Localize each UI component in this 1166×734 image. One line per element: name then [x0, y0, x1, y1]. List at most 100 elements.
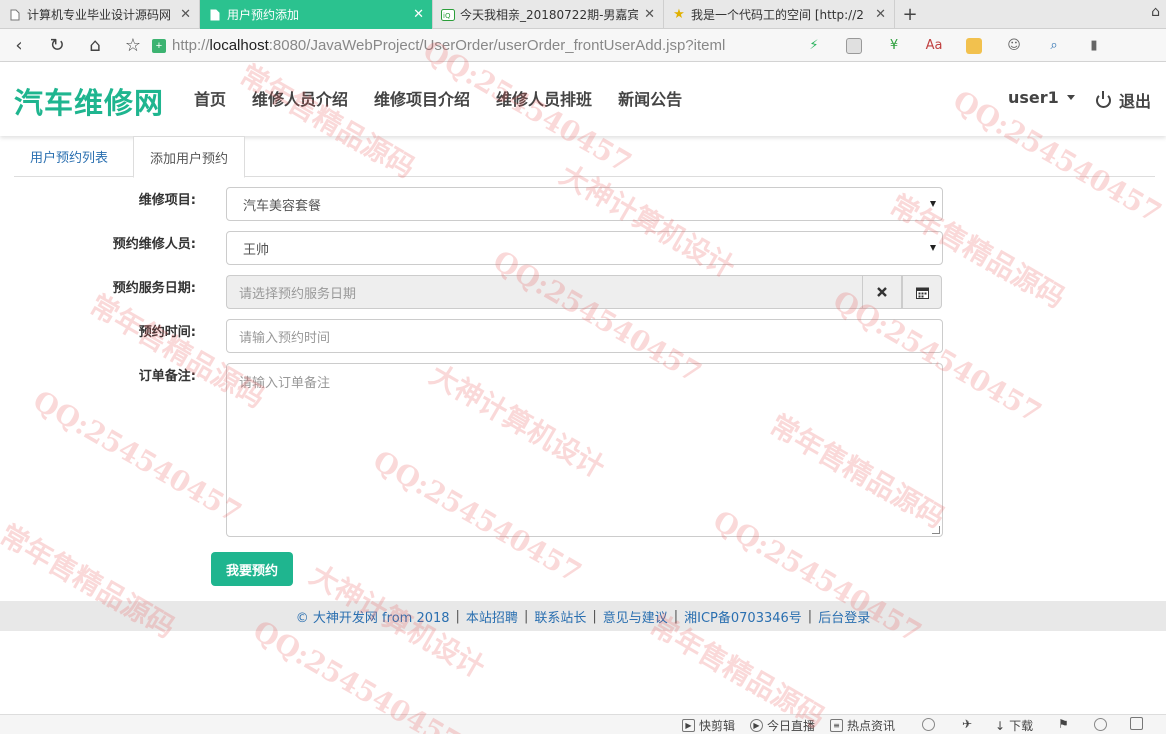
browser-tab-strip: 计算机专业毕业设计源码网 ✕ 用户预约添加 ✕ iQ 今天我相亲_2018072… — [0, 0, 1166, 29]
close-icon[interactable]: ✕ — [413, 7, 424, 22]
status-flag[interactable]: ⚑ — [1058, 717, 1069, 731]
browser-tab-2[interactable]: 用户预约添加 ✕ — [200, 0, 433, 29]
select-arrow-icon — [930, 245, 936, 251]
footer-separator: | — [807, 608, 813, 624]
site-navbar: 汽车维修网 首页 维修人员介绍 维修项目介绍 维修人员排班 新闻公告 user1… — [0, 62, 1166, 136]
power-icon — [1096, 90, 1111, 108]
page-tabs: 用户预约列表 添加用户预约 — [14, 136, 1155, 178]
submit-order-button[interactable]: 我要预约 — [211, 552, 293, 586]
bookmark-star-icon[interactable]: ☆ — [114, 29, 152, 62]
calendar-icon — [915, 287, 929, 299]
news-icon: ≡ — [830, 719, 843, 732]
clear-date-button[interactable] — [862, 275, 902, 309]
resize-grip-icon[interactable] — [932, 526, 940, 534]
status-pin[interactable]: ✈ — [962, 717, 972, 731]
reload-icon[interactable]: ↻ — [38, 29, 76, 62]
tab-title: 计算机专业毕业设计源码网 — [27, 8, 172, 22]
close-icon[interactable]: ✕ — [644, 7, 655, 22]
page-icon — [8, 8, 22, 22]
home-icon[interactable]: ⌂ — [76, 29, 114, 62]
footer-link-admin[interactable]: 后台登录 — [818, 607, 870, 626]
status-label: 下载 — [1009, 719, 1034, 733]
footer-link-jobs[interactable]: 本站招聘 — [466, 607, 518, 626]
tab-title: 我是一个代码工的空间 [http://2 — [691, 8, 864, 22]
tab-order-list[interactable]: 用户预约列表 — [14, 136, 124, 177]
play-icon: ▶ — [682, 719, 695, 732]
nav-staff-schedule[interactable]: 维修人员排班 — [483, 86, 605, 110]
footer-link-icp[interactable]: 湘ICP备0703346号 — [684, 607, 802, 626]
staff-label: 预约维修人员: — [112, 237, 196, 252]
tab-title: 今天我相亲_20180722期-男嘉宾 — [460, 8, 639, 22]
close-icon[interactable]: ✕ — [180, 7, 191, 22]
tab-add-order[interactable]: 添加用户预约 — [133, 136, 246, 178]
status-label: 热点资讯 — [847, 719, 896, 733]
browser-status-bar: ▶ 快剪辑 ▶ 今日直播 ≡ 热点资讯 ✈ ↓ 下载 ⚑ — [0, 714, 1166, 734]
status-window[interactable] — [1130, 717, 1143, 730]
flag-icon: ⚑ — [1058, 717, 1069, 731]
status-label: 快剪辑 — [699, 719, 736, 733]
close-icon[interactable]: ✕ — [875, 7, 886, 22]
nav-home[interactable]: 首页 — [181, 86, 239, 110]
url-field[interactable]: + http://localhost:8080/JavaWebProject/U… — [152, 33, 842, 58]
browser-tab-3[interactable]: iQ 今天我相亲_20180722期-男嘉宾 ✕ — [433, 0, 664, 29]
url-path: :8080/JavaWebProject/UserOrder/userOrder… — [268, 37, 726, 54]
username: user1 — [1008, 88, 1059, 107]
time-input[interactable]: 请输入预约时间 — [226, 319, 943, 353]
lightning-icon[interactable]: ⚡ — [795, 35, 833, 57]
footer-separator: | — [592, 608, 597, 624]
translate-icon[interactable]: Aa — [915, 35, 953, 57]
user-dropdown[interactable]: user1 — [1008, 88, 1075, 107]
project-value: 汽车美容套餐 — [243, 198, 322, 214]
site-footer: © 大神开发网 from 2018 | 本站招聘 | 联系站长 | 意见与建议 … — [0, 601, 1166, 631]
status-live[interactable]: ▶ 今日直播 — [750, 717, 815, 734]
tab-list-icon[interactable]: ⌂ — [1151, 4, 1160, 20]
staff-value: 王帅 — [243, 242, 270, 258]
browser-tab-1[interactable]: 计算机专业毕业设计源码网 ✕ — [0, 0, 200, 29]
nav-news[interactable]: 新闻公告 — [605, 86, 695, 110]
apps-icon[interactable] — [835, 35, 873, 57]
live-icon: ▶ — [750, 719, 763, 732]
project-label: 维修项目: — [138, 193, 196, 208]
note-label: 订单备注: — [138, 369, 196, 384]
url-scheme: http:// — [172, 37, 210, 54]
star-icon: ★ — [673, 7, 685, 22]
nav-staff-intro[interactable]: 维修人员介绍 — [239, 86, 361, 110]
window-icon — [1130, 717, 1143, 730]
new-tab-button[interactable]: + — [895, 0, 925, 29]
svg-text:iQ: iQ — [443, 12, 451, 20]
note-placeholder: 请输入订单备注 — [239, 376, 331, 391]
select-arrow-icon — [930, 201, 936, 207]
status-download[interactable]: ↓ 下载 — [995, 717, 1033, 734]
date-picker: 请选择预约服务日期 — [226, 275, 942, 309]
footer-separator: | — [455, 608, 460, 624]
site-logo[interactable]: 汽车维修网 — [14, 80, 164, 122]
zoom-icon[interactable]: ⌕ — [1035, 35, 1073, 57]
money-icon[interactable]: ¥ — [875, 35, 913, 57]
back-icon[interactable]: ‹ — [0, 29, 38, 62]
extension-icon[interactable] — [955, 35, 993, 57]
project-select[interactable]: 汽车美容套餐 — [226, 187, 943, 221]
calendar-button[interactable] — [902, 275, 942, 309]
download-icon: ↓ — [995, 718, 1006, 733]
game-icon[interactable]: ☺ — [995, 35, 1033, 57]
status-quick-edit[interactable]: ▶ 快剪辑 — [682, 717, 735, 734]
browser-tab-4[interactable]: ★ 我是一个代码工的空间 [http://2 ✕ — [664, 0, 895, 29]
staff-select[interactable]: 王帅 — [226, 231, 943, 265]
address-tools: ⚡ ¥ Aa ☺ ⌕ ▮ — [795, 29, 1113, 62]
status-news[interactable]: ≡ 热点资讯 — [830, 717, 895, 734]
footer-copyright: © 大神开发网 from 2018 — [295, 610, 450, 626]
logout-button[interactable]: 退出 — [1096, 88, 1151, 112]
footer-link-contact[interactable]: 联系站长 — [534, 607, 586, 626]
date-input[interactable]: 请选择预约服务日期 — [226, 275, 862, 309]
speed-icon[interactable] — [922, 718, 935, 731]
browser-icon[interactable] — [1094, 718, 1107, 731]
time-label: 预约时间: — [138, 325, 196, 340]
nav-project-intro[interactable]: 维修项目介绍 — [361, 86, 483, 110]
watermark-text: QQ:254540457 — [27, 383, 248, 530]
note-textarea[interactable]: 请输入订单备注 — [226, 363, 943, 537]
pin-icon: ✈ — [962, 717, 973, 731]
menu-icon[interactable]: ▮ — [1075, 35, 1113, 57]
status-label: 今日直播 — [767, 719, 816, 733]
footer-link-feedback[interactable]: 意见与建议 — [603, 607, 668, 626]
url-host: localhost — [209, 37, 269, 54]
